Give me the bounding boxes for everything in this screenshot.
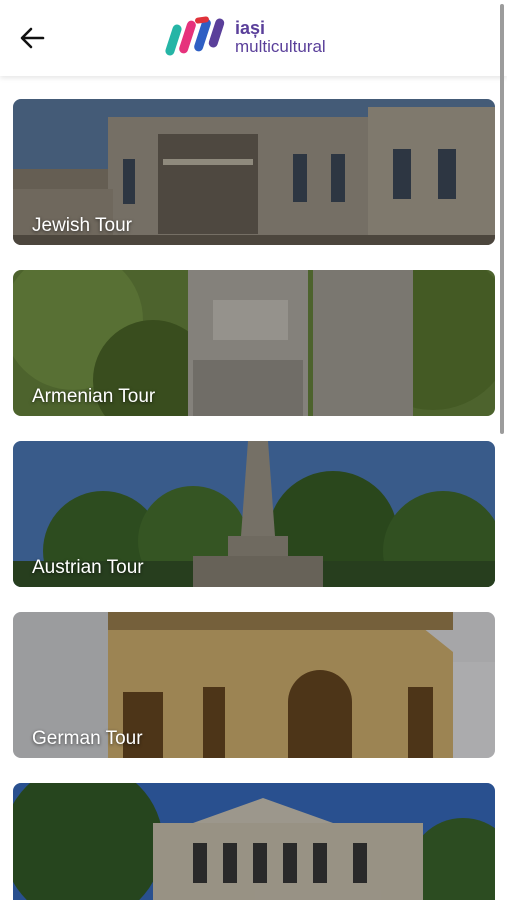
tour-list: Jewish Tour Armenian Tour Austrian Tour …: [0, 76, 507, 900]
app-header: iași multicultural: [0, 0, 507, 76]
back-button[interactable]: [12, 18, 52, 58]
tour-card-title: Jewish Tour: [32, 215, 132, 236]
tour-card-title: Armenian Tour: [32, 386, 156, 407]
logo-text-line1: iași: [235, 18, 266, 38]
tour-card-5[interactable]: [13, 783, 495, 900]
tour-card-armenian[interactable]: Armenian Tour: [13, 270, 495, 416]
scrollbar[interactable]: [500, 4, 504, 434]
tour-card-german[interactable]: German Tour: [13, 612, 495, 758]
logo-mark-icon: [165, 16, 225, 56]
tour-card-title: Austrian Tour: [32, 557, 144, 578]
logo-text: iași multicultural: [235, 19, 326, 55]
tour-card-title: German Tour: [32, 728, 143, 749]
tour-card-jewish[interactable]: Jewish Tour: [13, 99, 495, 245]
app-logo: iași multicultural: [165, 16, 326, 58]
tour-card-austrian[interactable]: Austrian Tour: [13, 441, 495, 587]
back-arrow-icon: [20, 27, 45, 49]
image-overlay: [13, 783, 495, 900]
logo-text-line2: multicultural: [235, 37, 326, 56]
